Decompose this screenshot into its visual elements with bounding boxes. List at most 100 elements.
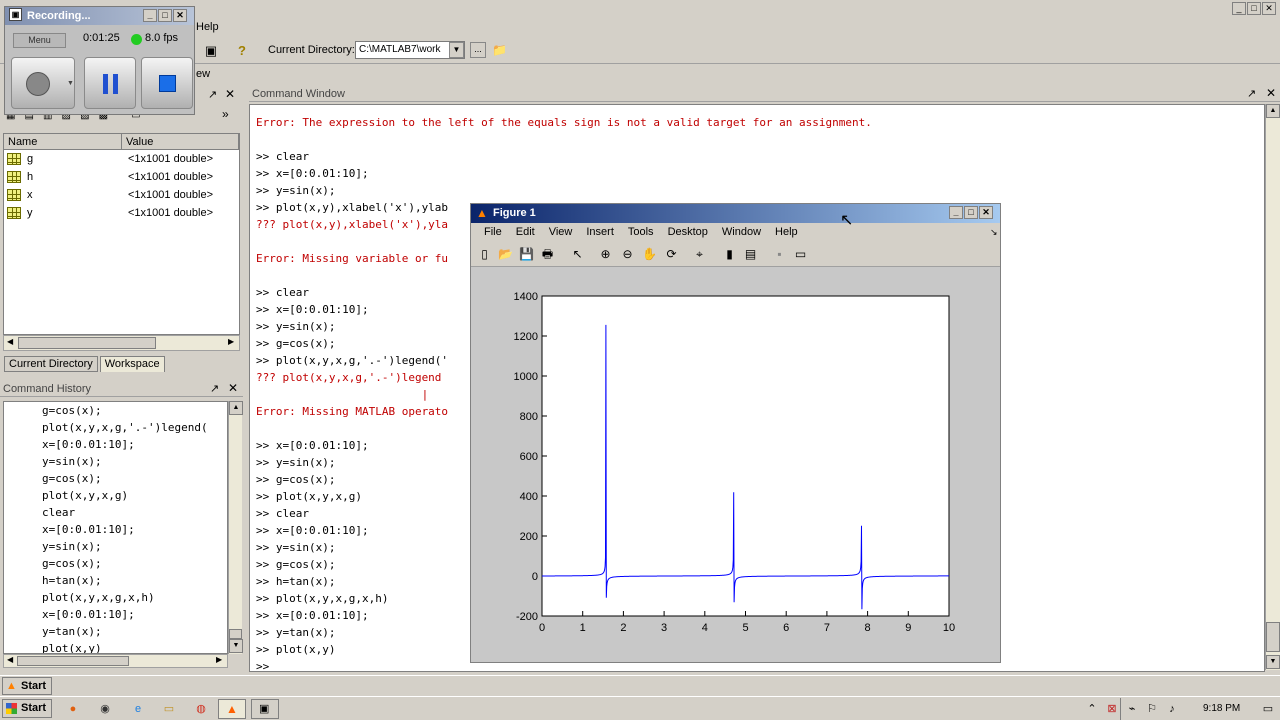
close-icon[interactable]: ✕ bbox=[228, 381, 238, 395]
scroll-thumb[interactable] bbox=[17, 656, 129, 666]
undock-icon[interactable]: ↗ bbox=[1247, 87, 1256, 100]
new-figure-icon[interactable]: ▯ bbox=[476, 246, 493, 262]
save-icon[interactable]: 💾 bbox=[518, 246, 535, 262]
firefox-icon[interactable]: ● bbox=[66, 702, 80, 716]
list-item[interactable]: y=sin(x); bbox=[4, 538, 227, 555]
list-item[interactable]: g=cos(x); bbox=[4, 470, 227, 487]
maximize-button[interactable]: □ bbox=[964, 206, 978, 219]
table-row[interactable]: h <1x1001 double> bbox=[4, 168, 239, 186]
flag-icon[interactable]: ⚐ bbox=[1145, 702, 1159, 716]
data-cursor-icon[interactable]: ⌖ bbox=[691, 246, 708, 262]
pause-button[interactable] bbox=[84, 57, 136, 109]
menu-file[interactable]: File bbox=[477, 223, 509, 241]
history-hscrollbar[interactable]: ◀ ▶ bbox=[3, 654, 228, 668]
speaker-icon[interactable]: ♪ bbox=[1165, 702, 1179, 716]
show-desktop-icon[interactable]: ▭ bbox=[1261, 702, 1275, 716]
recorder-menu-button[interactable]: Menu bbox=[13, 33, 66, 48]
close-button[interactable]: ✕ bbox=[979, 206, 993, 219]
list-item[interactable]: y=sin(x); bbox=[4, 453, 227, 470]
history-vscrollbar[interactable]: ▲ ▼ bbox=[228, 401, 243, 654]
legend-icon[interactable]: ▤ bbox=[742, 246, 759, 262]
list-item[interactable]: x=[0:0.01:10]; bbox=[4, 436, 227, 453]
table-row[interactable]: x <1x1001 double> bbox=[4, 186, 239, 204]
scroll-left-icon[interactable]: ◀ bbox=[7, 337, 13, 346]
column-name[interactable]: Name bbox=[4, 134, 122, 149]
maximize-button[interactable]: □ bbox=[1247, 2, 1261, 15]
figure-title-bar[interactable]: ▲ Figure 1 _ □ ✕ bbox=[471, 204, 1000, 223]
workspace-hscrollbar[interactable]: ◀ ▶ bbox=[3, 335, 240, 351]
close-icon[interactable]: ✕ bbox=[1266, 86, 1276, 100]
start-button[interactable]: Start bbox=[2, 699, 52, 718]
media-icon[interactable]: ◉ bbox=[98, 702, 112, 716]
rotate-icon[interactable]: ⟳ bbox=[663, 246, 680, 262]
minimize-button[interactable]: _ bbox=[1232, 2, 1246, 15]
browse-button[interactable]: ... bbox=[470, 42, 486, 58]
list-item[interactable]: plot(x,y) bbox=[4, 640, 227, 653]
zoom-out-icon[interactable]: ⊖ bbox=[619, 246, 636, 262]
undock-icon[interactable]: ↗ bbox=[210, 382, 219, 395]
menu-help[interactable]: Help bbox=[768, 223, 805, 241]
matlab-start-button[interactable]: ▲ Start bbox=[2, 677, 52, 695]
stop-button[interactable] bbox=[141, 57, 193, 109]
scroll-up-icon[interactable]: ▲ bbox=[229, 401, 243, 415]
menu-view[interactable]: View bbox=[542, 223, 580, 241]
column-value[interactable]: Value bbox=[122, 134, 239, 149]
recorder-title[interactable]: ▣ Recording... _ □ ✕ bbox=[5, 7, 194, 25]
scroll-down-icon[interactable]: ▼ bbox=[229, 639, 243, 653]
plot-canvas[interactable]: 0 1 2 3 4 5 6 7 8 9 10-200020040060080010001200140… bbox=[471, 268, 1000, 662]
list-item[interactable]: h=tan(x); bbox=[4, 572, 227, 589]
tab-workspace[interactable]: Workspace bbox=[99, 356, 165, 372]
list-item[interactable]: clear bbox=[4, 504, 227, 521]
close-button[interactable]: ✕ bbox=[173, 9, 187, 22]
chevron-down-icon[interactable]: ▼ bbox=[67, 80, 74, 87]
tab-current-directory[interactable]: Current Directory bbox=[4, 356, 98, 372]
command-window-vscrollbar[interactable]: ▲ ▼ bbox=[1265, 104, 1280, 670]
scroll-down-icon[interactable]: ▼ bbox=[1266, 655, 1280, 669]
colorbar-icon[interactable]: ▮ bbox=[721, 246, 738, 262]
ie-icon[interactable]: e bbox=[131, 702, 145, 716]
pan-icon[interactable]: ✋ bbox=[641, 246, 658, 262]
scroll-thumb[interactable] bbox=[1266, 622, 1280, 652]
hide-plot-tools-icon[interactable]: ▪ bbox=[771, 246, 788, 262]
folder-icon[interactable]: ▭ bbox=[162, 702, 176, 716]
menu-help[interactable]: Help bbox=[196, 21, 219, 33]
table-row[interactable]: g <1x1001 double> bbox=[4, 150, 239, 168]
list-item[interactable]: x=[0:0.01:10]; bbox=[4, 606, 227, 623]
open-icon[interactable]: 📂 bbox=[497, 246, 514, 262]
minimize-button[interactable]: _ bbox=[143, 9, 157, 22]
maximize-button[interactable]: □ bbox=[158, 9, 172, 22]
taskbar-matlab-button[interactable]: ▲ bbox=[218, 699, 246, 719]
menu-tools[interactable]: Tools bbox=[621, 223, 661, 241]
taskbar-recorder-button[interactable]: ▣ bbox=[251, 699, 279, 719]
menu-desktop[interactable]: Desktop bbox=[661, 223, 715, 241]
list-item[interactable]: g=cos(x); bbox=[4, 402, 227, 419]
scroll-right-icon[interactable]: ▶ bbox=[228, 337, 234, 346]
menu-edit[interactable]: Edit bbox=[509, 223, 542, 241]
dock-arrow-icon[interactable]: ↘ bbox=[983, 223, 1005, 241]
close-button[interactable]: ✕ bbox=[1262, 2, 1276, 15]
list-item[interactable]: plot(x,y,x,g,'.-')legend( bbox=[4, 419, 227, 436]
list-item[interactable]: plot(x,y,x,g) bbox=[4, 487, 227, 504]
more-icon[interactable]: » bbox=[222, 107, 229, 121]
close-icon[interactable]: ✕ bbox=[225, 87, 235, 101]
chevron-down-icon[interactable]: ▼ bbox=[449, 42, 464, 58]
undock-icon[interactable]: ↗ bbox=[208, 88, 217, 101]
list-item[interactable]: g=cos(x); bbox=[4, 555, 227, 572]
zoom-in-icon[interactable]: ⊕ bbox=[597, 246, 614, 262]
minimize-button[interactable]: _ bbox=[949, 206, 963, 219]
list-item[interactable]: y=tan(x); bbox=[4, 623, 227, 640]
scroll-up-icon[interactable]: ▲ bbox=[1266, 104, 1280, 118]
expand-tray-icon[interactable]: ⌃ bbox=[1085, 702, 1099, 716]
print-icon[interactable]: 🖶 bbox=[539, 246, 556, 262]
table-row[interactable]: y <1x1001 double> bbox=[4, 204, 239, 222]
chrome-icon[interactable]: ◍ bbox=[194, 702, 208, 716]
scroll-right-icon[interactable]: ▶ bbox=[216, 655, 222, 664]
scroll-left-icon[interactable]: ◀ bbox=[7, 655, 13, 664]
menu-insert[interactable]: Insert bbox=[579, 223, 621, 241]
list-item[interactable]: x=[0:0.01:10]; bbox=[4, 521, 227, 538]
list-item[interactable]: plot(x,y,x,g,x,h) bbox=[4, 589, 227, 606]
usb-icon[interactable]: ⌁ bbox=[1125, 702, 1139, 716]
menu-window[interactable]: Window bbox=[715, 223, 768, 241]
pointer-icon[interactable]: ↖ bbox=[569, 246, 586, 262]
scroll-thumb[interactable] bbox=[18, 337, 156, 349]
